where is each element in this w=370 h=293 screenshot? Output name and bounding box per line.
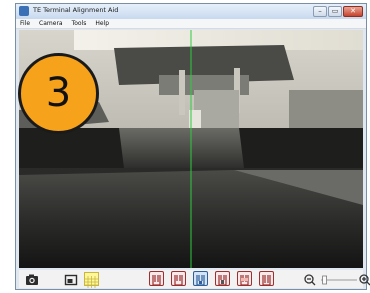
- zoom-out-icon: [304, 274, 316, 286]
- step-5-button[interactable]: [237, 271, 252, 286]
- menu-tools[interactable]: Tools: [72, 19, 87, 28]
- snapshot-button[interactable]: [25, 272, 39, 286]
- camera-icon: [26, 274, 38, 285]
- zoom-in-icon: [359, 274, 370, 286]
- window-controls: – ▭ ✕: [313, 6, 363, 17]
- title-bar[interactable]: TE Terminal Alignment Aid – ▭ ✕: [16, 4, 366, 19]
- step-2-button[interactable]: [171, 271, 186, 286]
- step-number: 3: [45, 69, 72, 116]
- step-3-button[interactable]: [193, 271, 208, 286]
- terminal-pin-left: [179, 70, 185, 115]
- app-window: TE Terminal Alignment Aid – ▭ ✕ File Cam…: [15, 3, 370, 290]
- display-icon: [64, 274, 78, 286]
- zoom-slider[interactable]: [319, 272, 359, 286]
- menu-bar: File Camera Tools Help: [16, 19, 366, 29]
- grid-icon: [85, 276, 98, 288]
- app-icon: [19, 6, 29, 16]
- maximize-button[interactable]: ▭: [328, 6, 342, 17]
- step-1-button[interactable]: [149, 271, 164, 286]
- grid-overlay-button[interactable]: [84, 272, 99, 288]
- menu-file[interactable]: File: [20, 19, 30, 28]
- step-6-button[interactable]: [259, 271, 274, 286]
- step-4-button[interactable]: [215, 271, 230, 286]
- terminal-step-6-icon: [262, 275, 271, 286]
- zoom-in-button[interactable]: [359, 272, 370, 286]
- terminal-step-4-icon: [218, 275, 227, 286]
- terminal-step-3-icon: [196, 275, 205, 286]
- terminal-step-1-icon: [152, 275, 161, 286]
- zoom-slider-thumb[interactable]: [322, 275, 327, 285]
- step-badge: 3: [18, 53, 99, 134]
- menu-help[interactable]: Help: [95, 19, 109, 28]
- close-button[interactable]: ✕: [343, 6, 363, 17]
- fixture-right: [289, 90, 363, 130]
- bottom-toolbar: [19, 270, 370, 288]
- menu-camera[interactable]: Camera: [39, 19, 63, 28]
- zoom-out-button[interactable]: [304, 272, 316, 286]
- minimize-button[interactable]: –: [313, 6, 327, 17]
- terminal-step-2-icon: [174, 275, 183, 286]
- window-title: TE Terminal Alignment Aid: [33, 6, 119, 14]
- center-block: [119, 128, 244, 168]
- terminal-step-5-icon: [240, 275, 249, 286]
- display-mode-button[interactable]: [64, 272, 78, 286]
